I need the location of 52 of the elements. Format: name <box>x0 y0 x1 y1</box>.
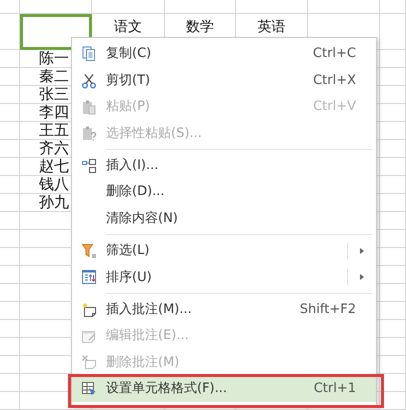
table-cell <box>165 0 236 14</box>
menu-item[interactable]: 设置单元格格式(F)... Ctrl+1 <box>72 376 376 402</box>
table-cell <box>0 0 20 14</box>
funnel-icon <box>81 242 97 259</box>
sort-icon <box>81 269 97 286</box>
table-cell <box>380 50 406 68</box>
note-icon <box>81 302 97 318</box>
scissors-icon <box>81 72 97 89</box>
table-cell <box>0 14 20 50</box>
table-cell <box>0 68 20 86</box>
table-cell <box>380 374 406 392</box>
table-cell <box>20 0 92 14</box>
table-cell <box>380 392 406 410</box>
table-cell <box>380 302 406 320</box>
table-cell <box>380 320 406 338</box>
format-cells-icon <box>81 380 97 397</box>
table-cell <box>0 158 20 176</box>
table-cell <box>0 392 20 410</box>
menu-item[interactable]: 排序(U) <box>72 264 376 291</box>
table-cell <box>380 122 406 140</box>
table-cell <box>380 212 406 230</box>
table-cell <box>380 0 406 14</box>
table-cell <box>380 194 406 212</box>
insert-icon <box>81 158 97 174</box>
table-cell <box>380 176 406 194</box>
table-cell <box>0 176 20 194</box>
table-cell <box>380 140 406 158</box>
table-cell <box>380 86 406 104</box>
table-cell <box>0 104 20 122</box>
table-cell <box>0 122 20 140</box>
table-cell <box>380 284 406 302</box>
table-cell <box>380 230 406 248</box>
table-cell <box>0 50 20 68</box>
table-cell <box>380 356 406 374</box>
table-cell <box>0 140 20 158</box>
table-cell <box>380 248 406 266</box>
clipboard-icon <box>81 125 97 142</box>
copy-icon <box>81 46 97 62</box>
table-cell <box>236 0 308 14</box>
menu-item[interactable]: 筛选(L) <box>72 238 376 264</box>
table-cell <box>0 86 20 104</box>
note-icon <box>81 328 97 344</box>
clipboard-icon <box>81 98 97 115</box>
table-cell <box>380 104 406 122</box>
table-cell <box>380 68 406 86</box>
table-cell <box>380 158 406 176</box>
menu-item[interactable]: 插入批注(M)... Shift+F2 <box>72 296 376 323</box>
table-cell <box>380 14 406 50</box>
table-cell <box>380 266 406 284</box>
note-icon <box>81 354 97 370</box>
table-cell <box>380 338 406 356</box>
table-cell <box>0 194 20 212</box>
